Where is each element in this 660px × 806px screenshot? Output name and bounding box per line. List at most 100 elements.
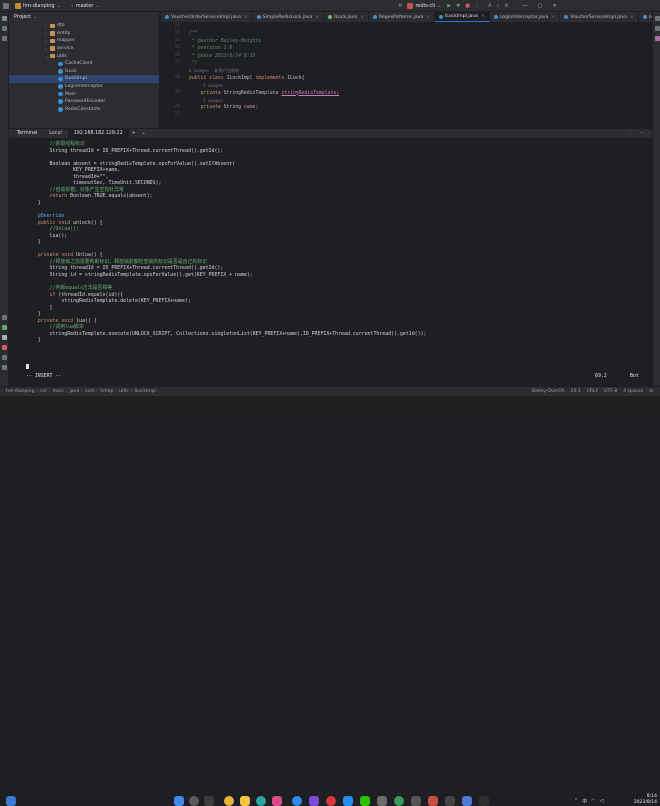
- line-col-widget[interactable]: 25:1: [571, 389, 581, 394]
- code-editor[interactable]: /** * @author Bailey-Heights * @version …: [183, 23, 652, 128]
- close-icon[interactable]: ×: [315, 15, 319, 20]
- run-config-name[interactable]: redis-cli: [415, 3, 435, 9]
- baidu-netdisk-icon[interactable]: [343, 796, 353, 806]
- usages-hint[interactable]: 3 usages: [189, 98, 223, 103]
- breadcrumb-item[interactable]: main: [53, 389, 64, 394]
- line-separator-widget[interactable]: CRLF: [587, 389, 598, 394]
- tree-item[interactable]: › entity: [9, 30, 159, 38]
- search-icon[interactable]: [189, 796, 199, 806]
- hammer-icon[interactable]: ⚒: [398, 3, 402, 9]
- tree-item[interactable]: PasswordEncoder: [9, 98, 159, 106]
- more-icon[interactable]: ⋮: [475, 3, 480, 9]
- lock-icon[interactable]: ⊡: [649, 389, 653, 394]
- indent-widget[interactable]: 4 spaces: [623, 389, 643, 394]
- commit-tool-icon[interactable]: [2, 26, 7, 31]
- notifications-icon[interactable]: [654, 16, 660, 21]
- app-icon[interactable]: [309, 796, 319, 806]
- minimize-panel-icon[interactable]: —: [639, 131, 644, 136]
- project-tool-icon[interactable]: [2, 16, 7, 21]
- task-view-icon[interactable]: [204, 796, 214, 806]
- terminal-output[interactable]: //获取线程标识 String threadId = ID_PREFIX+Thr…: [9, 138, 652, 386]
- settings-icon[interactable]: ⚙: [504, 3, 508, 9]
- editor-tab[interactable]: ILockImpl.java ×: [435, 12, 490, 22]
- volume-icon[interactable]: ◁: [600, 798, 604, 804]
- clock[interactable]: 8:14 2023/8/14: [627, 794, 657, 806]
- project-panel-title[interactable]: Project: [14, 14, 31, 20]
- chevron-up-icon[interactable]: ⌃: [574, 798, 578, 804]
- tree-item[interactable]: ⌄ utils: [9, 52, 159, 60]
- minimize-icon[interactable]: —: [523, 3, 528, 9]
- close-icon[interactable]: ×: [426, 15, 430, 20]
- tab-ssh-session[interactable]: 192.168.182.128:22: [67, 128, 129, 139]
- editor-tab[interactable]: SimpleRedisLock.java ×: [253, 12, 325, 22]
- wechat-icon[interactable]: [360, 796, 370, 806]
- tree-item[interactable]: › service: [9, 45, 159, 53]
- breadcrumb-item[interactable]: hm-dianping: [6, 389, 34, 394]
- close-icon[interactable]: ×: [360, 15, 364, 20]
- tray-icons[interactable]: ⌃ 中 ◠ ◁: [574, 797, 614, 805]
- close-icon[interactable]: ×: [244, 15, 248, 20]
- breadcrumb-item[interactable]: java: [70, 389, 79, 394]
- close-icon[interactable]: ×: [481, 14, 485, 19]
- chevron-down-icon[interactable]: ⌄: [139, 129, 149, 139]
- app-icon[interactable]: [377, 796, 387, 806]
- edge-icon[interactable]: [256, 796, 266, 806]
- debug-icon[interactable]: ✱: [456, 3, 460, 9]
- breadcrumb-item[interactable]: hmdp: [100, 389, 113, 394]
- start-icon[interactable]: [174, 796, 184, 806]
- tree-item[interactable]: ILockImpl: [9, 75, 159, 83]
- editor-tab[interactable]: order.xl×: [639, 12, 652, 22]
- chrome-icon[interactable]: [224, 796, 234, 806]
- tab-local[interactable]: Local: [43, 129, 67, 139]
- app-icon[interactable]: [428, 796, 438, 806]
- app-icon[interactable]: [479, 796, 489, 806]
- author-widget[interactable]: Bailey-OverOh: [532, 389, 565, 394]
- netease-music-icon[interactable]: [326, 796, 336, 806]
- explorer-icon[interactable]: [240, 796, 250, 806]
- add-tab-icon[interactable]: +: [129, 129, 139, 139]
- wifi-icon[interactable]: ◠: [591, 798, 595, 804]
- usages-hint[interactable]: 6 usages 新用户注册的: [189, 68, 239, 73]
- more-icon[interactable]: ⋮: [628, 131, 633, 136]
- close-icon[interactable]: ×: [630, 15, 634, 20]
- tree-item[interactable]: ILock: [9, 68, 159, 76]
- close-icon[interactable]: ×: [551, 15, 555, 20]
- branch-name[interactable]: master: [76, 3, 94, 9]
- editor-tab[interactable]: LoginInterceptor.java ×: [490, 12, 561, 22]
- run-tool-icon[interactable]: [2, 325, 7, 330]
- app-icon[interactable]: [411, 796, 421, 806]
- app-icon[interactable]: [445, 796, 455, 806]
- project-name[interactable]: hm-dianping: [23, 3, 55, 9]
- database-icon[interactable]: [654, 26, 660, 31]
- app-icon[interactable]: [462, 796, 472, 806]
- search-icon[interactable]: ⌕: [496, 3, 499, 9]
- intellij-icon[interactable]: [272, 796, 282, 806]
- breadcrumb-item[interactable]: ILockImpl: [134, 389, 155, 394]
- editor-tab[interactable]: RegexPatterns.java ×: [369, 12, 436, 22]
- tree-item[interactable]: RedisConstants: [9, 106, 159, 114]
- services-tool-icon[interactable]: [2, 315, 7, 320]
- breadcrumb-item[interactable]: src: [40, 389, 47, 394]
- widgets-icon[interactable]: [6, 796, 16, 806]
- app-icon[interactable]: [394, 796, 404, 806]
- qq-icon[interactable]: [292, 796, 302, 806]
- run-icon[interactable]: ▶: [447, 3, 451, 9]
- maximize-icon[interactable]: ▢: [538, 3, 543, 9]
- tree-item[interactable]: › dto: [9, 22, 159, 30]
- encoding-widget[interactable]: UTF-8: [604, 389, 617, 394]
- tree-item[interactable]: › mapper: [9, 37, 159, 45]
- main-menu-icon[interactable]: [3, 2, 9, 9]
- breadcrumb-item[interactable]: utils: [119, 389, 128, 394]
- editor-tab[interactable]: VoucherOrderServiceImpl.java ×: [161, 12, 253, 22]
- todo-tool-icon[interactable]: [2, 365, 7, 370]
- terminal-tool-icon[interactable]: [2, 335, 7, 340]
- structure-tool-icon[interactable]: [2, 36, 7, 41]
- translate-icon[interactable]: A: [488, 3, 491, 9]
- stop-icon[interactable]: ■: [465, 3, 470, 9]
- problems-tool-icon[interactable]: [2, 345, 7, 350]
- maven-icon[interactable]: [654, 36, 660, 41]
- ime-icon[interactable]: 中: [582, 798, 587, 805]
- tree-item[interactable]: CacheClient: [9, 60, 159, 68]
- editor-tab[interactable]: ILock.java ×: [324, 12, 369, 22]
- tree-item[interactable]: LoginInterceptor: [9, 83, 159, 91]
